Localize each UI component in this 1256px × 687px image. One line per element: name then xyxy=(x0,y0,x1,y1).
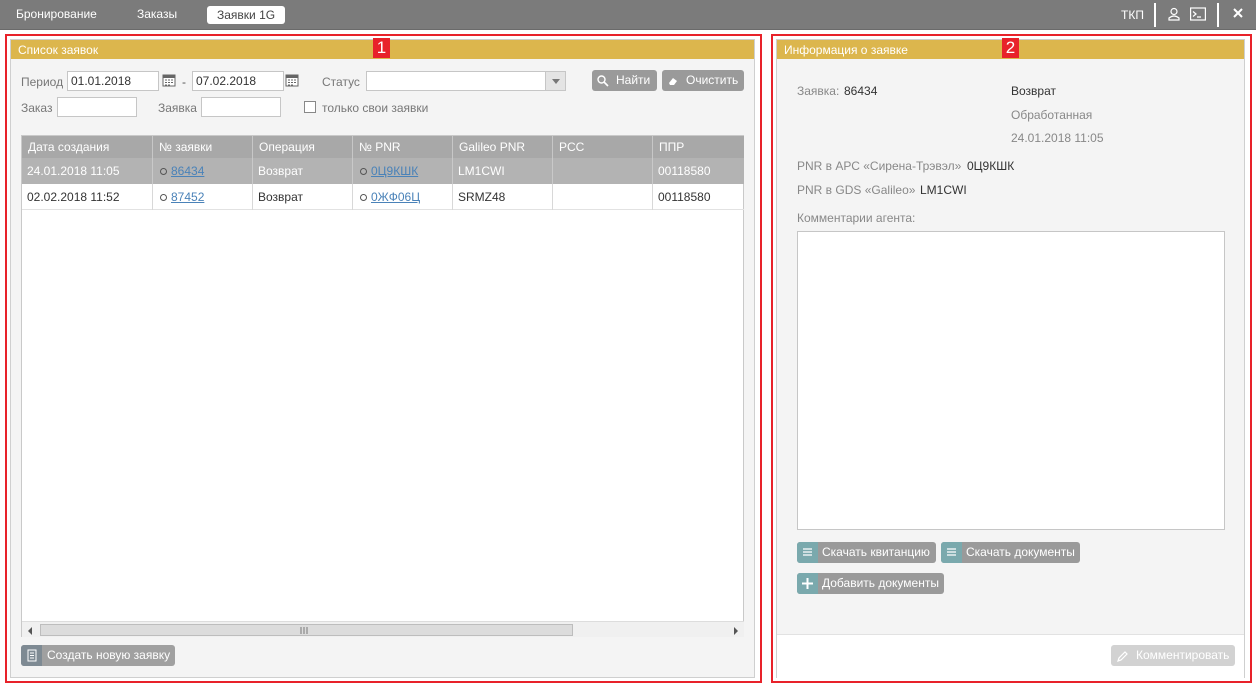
create-request-button[interactable]: Создать новую заявку xyxy=(21,645,175,666)
cell-ppr: 00118580 xyxy=(658,164,711,178)
tab-requests-1g[interactable]: Заявки 1G xyxy=(207,6,286,24)
pnr-arc-value: 0Ц9КШК xyxy=(967,159,1015,173)
scroll-left-icon[interactable] xyxy=(26,625,34,639)
marker-1: 1 xyxy=(373,38,390,58)
comment-button-label: Комментировать xyxy=(1136,648,1230,662)
cell-date: 24.01.2018 11:05 xyxy=(22,158,153,184)
comment-button[interactable]: Комментировать xyxy=(1111,645,1235,666)
close-icon[interactable] xyxy=(1232,6,1244,23)
order-input[interactable] xyxy=(57,97,137,117)
cell-operation: Возврат xyxy=(253,184,353,210)
download-documents-button[interactable]: Скачать документы xyxy=(941,542,1080,563)
operation-value: Возврат xyxy=(1011,84,1056,98)
cell-ppr: 00118580 xyxy=(658,190,711,204)
search-icon xyxy=(596,74,610,88)
tab-orders[interactable]: Заказы xyxy=(137,7,177,21)
own-only-checkbox[interactable] xyxy=(304,101,316,113)
status-label: Статус xyxy=(322,75,360,89)
agency-code: ТКП xyxy=(1121,8,1144,22)
scroll-right-icon[interactable] xyxy=(732,625,740,639)
chevron-down-icon[interactable] xyxy=(545,72,565,90)
create-request-label: Создать новую заявку xyxy=(47,648,171,662)
column-header[interactable]: Операция xyxy=(253,136,353,158)
horizontal-scrollbar[interactable] xyxy=(22,621,744,637)
pnr-gds-label: PNR в GDS «Galileo» xyxy=(797,183,916,197)
list-icon xyxy=(797,542,818,563)
cell-number: 86434 xyxy=(153,158,253,184)
radio-dot-icon xyxy=(160,194,167,201)
date-from-input[interactable]: 01.01.2018 xyxy=(67,71,159,91)
cell-pnr: 0Ц9КШК xyxy=(353,158,453,184)
radio-dot-icon xyxy=(360,194,367,201)
pnr-link[interactable]: 0Ц9КШК xyxy=(371,164,418,178)
calendar-icon[interactable] xyxy=(285,73,301,89)
user-icon[interactable] xyxy=(1167,7,1181,24)
request-label: Заявка xyxy=(158,101,197,115)
column-header[interactable]: № заявки xyxy=(153,136,253,158)
calendar-icon[interactable] xyxy=(162,73,178,89)
request-number-link[interactable]: 86434 xyxy=(171,164,204,178)
terminal-icon[interactable] xyxy=(1190,7,1207,24)
top-bar: Бронирование Заказы Заявки 1G ТКП xyxy=(0,0,1256,30)
state-value: Обработанная xyxy=(1011,108,1093,122)
requests-table: Дата создания № заявки Операция № PNR Ga… xyxy=(21,135,744,637)
scrollbar-thumb[interactable] xyxy=(40,624,573,636)
marker-2: 2 xyxy=(1002,38,1019,58)
date-to-input[interactable]: 07.02.2018 xyxy=(192,71,284,91)
table-header: Дата создания № заявки Операция № PNR Ga… xyxy=(22,136,744,158)
document-icon xyxy=(21,645,42,666)
clear-button[interactable]: Очистить xyxy=(662,70,744,91)
pnr-gds-value: LM1CWI xyxy=(920,183,967,197)
comments-label: Комментарии агента: xyxy=(797,211,916,225)
cell-date: 02.02.2018 11:52 xyxy=(22,184,153,210)
request-input[interactable] xyxy=(201,97,281,117)
date-range-dash: - xyxy=(182,75,186,89)
eraser-icon xyxy=(666,74,680,88)
column-header[interactable]: Galileo PNR xyxy=(453,136,553,158)
datetime-value: 24.01.2018 11:05 xyxy=(1011,131,1104,145)
radio-dot-icon xyxy=(160,168,167,175)
cell-galileo: SRMZ48 xyxy=(453,184,553,210)
table-row[interactable]: 24.01.2018 11:05 86434 Возврат 0Ц9КШК LM… xyxy=(22,158,744,184)
cell-pcc xyxy=(553,184,653,210)
pnr-link[interactable]: 0ЖФ06Ц xyxy=(371,190,420,204)
request-label: Заявка: xyxy=(797,84,840,98)
column-header[interactable]: Дата создания xyxy=(22,136,153,158)
radio-dot-icon xyxy=(360,168,367,175)
clear-button-label: Очистить xyxy=(686,73,739,87)
add-documents-label: Добавить документы xyxy=(822,576,939,590)
column-header[interactable]: ППР xyxy=(653,136,744,158)
cell-operation: Возврат xyxy=(253,158,353,184)
find-button-label: Найти xyxy=(616,73,651,87)
add-documents-button[interactable]: Добавить документы xyxy=(797,573,944,594)
pnr-arc-label: PNR в АРС «Сирена-Трэвэл» xyxy=(797,159,962,173)
divider xyxy=(1154,3,1156,27)
cell-number: 87452 xyxy=(153,184,253,210)
plus-icon xyxy=(797,573,818,594)
list-icon xyxy=(941,542,962,563)
column-header[interactable]: № PNR xyxy=(353,136,453,158)
request-value: 86434 xyxy=(844,84,878,98)
pencil-icon xyxy=(1116,649,1130,663)
download-receipt-label: Скачать квитанцию xyxy=(822,545,930,559)
cell-pcc xyxy=(553,158,653,184)
own-only-label: только свои заявки xyxy=(322,101,429,115)
comments-textarea[interactable] xyxy=(797,231,1225,530)
status-select[interactable] xyxy=(366,71,566,91)
cell-galileo: LM1CWI xyxy=(453,158,553,184)
download-receipt-button[interactable]: Скачать квитанцию xyxy=(797,542,936,563)
table-row[interactable]: 02.02.2018 11:52 87452 Возврат 0ЖФ06Ц SR… xyxy=(22,184,744,210)
request-number-link[interactable]: 87452 xyxy=(171,190,204,204)
download-documents-label: Скачать документы xyxy=(966,545,1075,559)
order-label: Заказ xyxy=(21,101,53,115)
find-button[interactable]: Найти xyxy=(592,70,657,91)
divider xyxy=(1217,3,1219,27)
cell-pnr: 0ЖФ06Ц xyxy=(353,184,453,210)
column-header[interactable]: PCC xyxy=(553,136,653,158)
period-label: Период xyxy=(21,75,64,89)
tab-booking[interactable]: Бронирование xyxy=(16,7,97,21)
